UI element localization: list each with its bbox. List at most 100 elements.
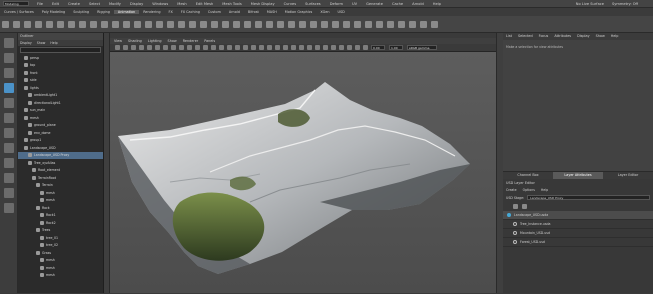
shelf-tool-icon[interactable] <box>178 20 185 28</box>
viewport-tool-icon[interactable] <box>202 45 208 50</box>
shelf-tab-fx-caching[interactable]: FX Caching <box>177 10 204 14</box>
shelf-tool-icon[interactable] <box>288 20 295 28</box>
viewport-tool-icon[interactable] <box>290 45 296 50</box>
attribute-editor-tab-help[interactable]: Help <box>611 33 619 40</box>
shelf-tab-arnold[interactable]: Arnold <box>225 10 244 14</box>
layer-visibility-icon[interactable] <box>513 222 517 226</box>
viewport-tool-icon[interactable] <box>234 45 240 50</box>
tab-channel-box[interactable]: Channel Box <box>503 172 553 179</box>
outliner-item[interactable]: group1 <box>18 137 103 145</box>
menu-item-help[interactable]: Help <box>433 2 441 6</box>
menu-item-mesh-display[interactable]: Mesh Display <box>251 2 275 6</box>
shelf-tool-icon[interactable] <box>255 20 262 28</box>
viewport-tool-icon[interactable] <box>226 45 232 50</box>
layout-two-icon[interactable] <box>4 173 14 183</box>
shelf-tool-icon[interactable] <box>409 20 416 28</box>
viewport-tool-icon[interactable] <box>146 45 152 50</box>
viewport-tool-icon[interactable] <box>186 45 192 50</box>
viewport-menu-show[interactable]: Show <box>168 39 177 43</box>
outliner-item[interactable]: tree_01 <box>18 234 103 242</box>
viewport-menu-lighting[interactable]: Lighting <box>148 39 162 43</box>
layout-four-icon[interactable] <box>4 158 14 168</box>
layer-menu-create[interactable]: Create <box>506 188 517 192</box>
outliner-item[interactable]: mesh <box>18 197 103 205</box>
outliner-item[interactable]: Tree_xyzAlias <box>18 159 103 167</box>
shelf-tool-icon[interactable] <box>24 20 31 28</box>
last-tool-icon[interactable] <box>4 128 14 138</box>
viewport-tool-icon[interactable] <box>322 45 328 50</box>
shelf-tab-curves-surfaces[interactable]: Curves / Surfaces <box>0 10 38 14</box>
viewport-tool-icon[interactable] <box>354 45 360 50</box>
tab-layer-attributes[interactable]: Layer Attributes <box>553 172 603 179</box>
viewport-menu-renderer[interactable]: Renderer <box>183 39 198 43</box>
viewport-tool-icon[interactable] <box>218 45 224 50</box>
menu-item-mesh-tools[interactable]: Mesh Tools <box>222 2 241 6</box>
shelf-tool-icon[interactable] <box>376 20 383 28</box>
shelf-tool-icon[interactable] <box>35 20 42 28</box>
menu-item-modify[interactable]: Modify <box>109 2 121 6</box>
shelf-tab-rendering[interactable]: Rendering <box>139 10 164 14</box>
shelf-tab-usd[interactable]: USD <box>334 10 349 14</box>
outliner-item[interactable]: persp <box>18 54 103 62</box>
attribute-editor-tab-show[interactable]: Show <box>596 33 605 40</box>
outliner-item[interactable]: directionalLight1 <box>18 99 103 107</box>
outliner-item[interactable]: Landscape_USD <box>18 144 103 152</box>
outliner-item[interactable]: ground_plane <box>18 122 103 130</box>
shelf-tab-poly-modeling[interactable]: Poly Modeling <box>38 10 69 14</box>
shelf-tool-icon[interactable] <box>420 20 427 28</box>
viewport-tool-icon[interactable] <box>162 45 168 50</box>
viewport-tool-icon[interactable] <box>258 45 264 50</box>
gamma-field[interactable]: 1.00 <box>389 45 403 50</box>
outliner-item[interactable]: Rock2 <box>18 219 103 227</box>
shelf-tool-icon[interactable] <box>387 20 394 28</box>
shelf-tab-rigging[interactable]: Rigging <box>93 10 114 14</box>
menu-item-cache[interactable]: Cache <box>392 2 403 6</box>
shelf-tool-icon[interactable] <box>277 20 284 28</box>
outliner-item[interactable]: mesh <box>18 114 103 122</box>
outliner-item[interactable]: Root_element <box>18 167 103 175</box>
viewport-tool-icon[interactable] <box>314 45 320 50</box>
outliner-item[interactable]: mesh <box>18 189 103 197</box>
shelf-tool-icon[interactable] <box>90 20 97 28</box>
shelf-tool-icon[interactable] <box>398 20 405 28</box>
outliner-item[interactable]: Landscape_USD Proxy <box>18 151 103 159</box>
viewport-tool-icon[interactable] <box>266 45 272 50</box>
outliner-item[interactable]: front <box>18 69 103 77</box>
shelf-tab-bifrost[interactable]: Bifrost <box>244 10 263 14</box>
outliner-layout-icon[interactable] <box>4 188 14 198</box>
shelf-tool-icon[interactable] <box>211 20 218 28</box>
menu-item-select[interactable]: Select <box>89 2 100 6</box>
sublayer-row[interactable]: Tree_Instance.usda <box>503 220 653 229</box>
graph-layout-icon[interactable] <box>4 203 14 213</box>
viewport-tool-icon[interactable] <box>154 45 160 50</box>
attribute-editor-tab-focus[interactable]: Focus <box>539 33 549 40</box>
live-surface-field[interactable]: No Live Surface <box>576 2 604 6</box>
shelf-tool-icon[interactable] <box>343 20 350 28</box>
attribute-editor-tab-selected[interactable]: Selected <box>518 33 533 40</box>
select-tool-icon[interactable] <box>4 38 14 48</box>
viewport-tool-icon[interactable] <box>362 45 368 50</box>
shelf-tab-animation[interactable]: Animation <box>113 10 140 14</box>
shelf-tool-icon[interactable] <box>13 20 20 28</box>
outliner-menu-display[interactable]: Display <box>20 40 32 46</box>
outliner-item[interactable]: Trees <box>18 227 103 235</box>
viewport-tool-icon[interactable] <box>338 45 344 50</box>
outliner-item[interactable]: mesh <box>18 272 103 280</box>
menu-item-mesh[interactable]: Mesh <box>177 2 186 6</box>
shelf-tab-mash[interactable]: MASH <box>263 10 281 14</box>
shelf-tool-icon[interactable] <box>266 20 273 28</box>
shelf-tool-icon[interactable] <box>332 20 339 28</box>
outliner-item[interactable]: ambientLight1 <box>18 92 103 100</box>
shelf-tool-icon[interactable] <box>134 20 141 28</box>
sublayer-row[interactable]: Mountain_USD.usd <box>503 229 653 238</box>
shelf-tool-icon[interactable] <box>2 20 9 28</box>
3d-viewport[interactable] <box>110 52 496 293</box>
menu-item-edit[interactable]: Edit <box>52 2 59 6</box>
viewport-tool-icon[interactable] <box>306 45 312 50</box>
menu-item-generate[interactable]: Generate <box>366 2 383 6</box>
viewport-menu-shading[interactable]: Shading <box>128 39 142 43</box>
viewport-tool-icon[interactable] <box>330 45 336 50</box>
attribute-editor-tab-list[interactable]: List <box>506 33 512 40</box>
shelf-tool-icon[interactable] <box>57 20 64 28</box>
shelf-tab-fx[interactable]: FX <box>165 10 177 14</box>
